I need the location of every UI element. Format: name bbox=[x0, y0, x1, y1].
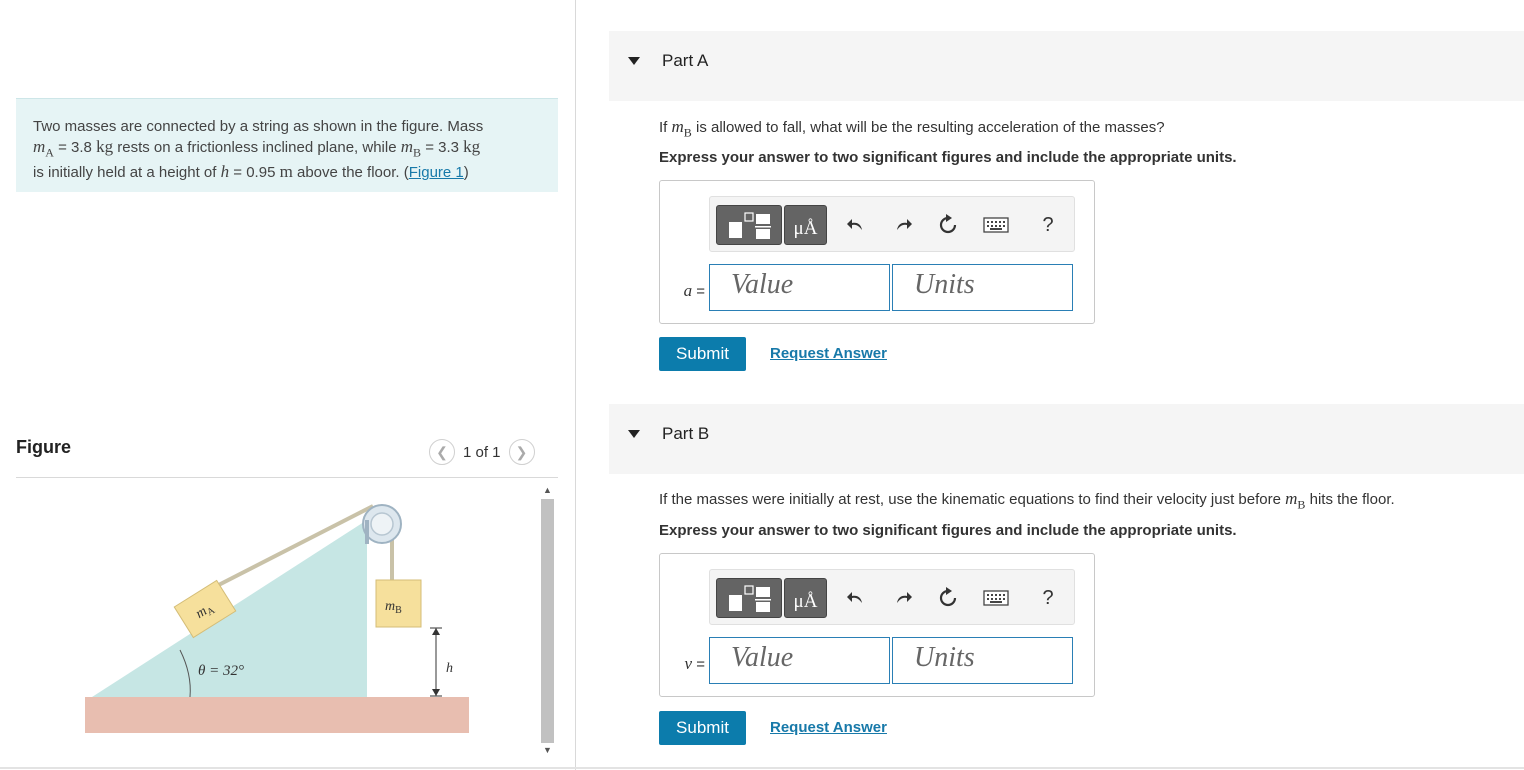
height-label: h bbox=[446, 661, 453, 676]
height-arrow-top bbox=[432, 628, 440, 635]
pulley-hub bbox=[370, 512, 394, 536]
floor bbox=[85, 697, 469, 733]
chevron-left-icon[interactable]: ❮ bbox=[429, 439, 455, 465]
figure-scrollbar[interactable]: ▲ ▼ bbox=[539, 481, 556, 761]
figure-diagram: mA mB h θ = 32° bbox=[85, 504, 469, 733]
figure-pager: ❮ 1 of 1 ❯ bbox=[429, 438, 535, 466]
part-b-instruction: Express your answer to two significant f… bbox=[659, 522, 1237, 539]
part-a-toolbar: μÅ ? bbox=[709, 196, 1075, 252]
scroll-down-icon[interactable]: ▼ bbox=[539, 743, 556, 757]
keyboard-icon[interactable] bbox=[982, 584, 1010, 612]
height-value: = 0.95 bbox=[229, 164, 280, 182]
help-icon[interactable]: ? bbox=[1037, 584, 1059, 612]
intro-text-3: is initially held at a height of bbox=[33, 164, 221, 182]
pager-count: 1 of 1 bbox=[463, 443, 501, 461]
redo-icon[interactable] bbox=[890, 584, 916, 612]
collapse-triangle-icon[interactable] bbox=[628, 57, 640, 65]
chevron-right-icon[interactable]: ❯ bbox=[508, 439, 535, 465]
undo-icon[interactable] bbox=[843, 584, 869, 612]
part-a-title: Part A bbox=[662, 51, 709, 70]
kg-unit: kg bbox=[96, 137, 114, 156]
templates-icon[interactable] bbox=[716, 205, 782, 245]
keyboard-icon[interactable] bbox=[982, 211, 1010, 239]
part-b-answer-box: μÅ ? v = Value Units bbox=[659, 553, 1095, 697]
mass-a-value: = 3.8 bbox=[53, 139, 97, 156]
part-a-question: If mB is allowed to fall, what will be t… bbox=[659, 117, 1165, 140]
part-b-submit-button[interactable]: Submit bbox=[659, 711, 746, 745]
block-b bbox=[375, 579, 422, 628]
part-a-units-input[interactable]: Units bbox=[892, 264, 1073, 311]
part-b-value-input[interactable]: Value bbox=[709, 637, 890, 684]
reset-icon[interactable] bbox=[935, 584, 961, 612]
bottom-border bbox=[0, 767, 1524, 769]
collapse-triangle-icon[interactable] bbox=[628, 430, 640, 438]
height-symbol: h bbox=[220, 162, 230, 182]
part-b-request-answer-link[interactable]: Request Answer bbox=[770, 719, 887, 736]
help-icon[interactable]: ? bbox=[1037, 211, 1059, 239]
intro-text-5: ) bbox=[463, 164, 469, 182]
part-a-request-answer-link[interactable]: Request Answer bbox=[770, 345, 887, 362]
undo-icon[interactable] bbox=[843, 211, 869, 239]
part-b-title: Part B bbox=[662, 424, 710, 443]
mass-a-symbol: mA bbox=[33, 137, 54, 160]
part-b-header[interactable]: Part B bbox=[609, 404, 1524, 474]
part-a-variable-label: a = bbox=[683, 281, 705, 300]
redo-icon[interactable] bbox=[890, 211, 916, 239]
templates-icon[interactable] bbox=[716, 578, 782, 618]
part-a-submit-button[interactable]: Submit bbox=[659, 337, 746, 371]
intro-text-4: above the floor. ( bbox=[292, 164, 409, 182]
part-b-question: If the masses were initially at rest, us… bbox=[659, 489, 1395, 512]
part-a-instruction: Express your answer to two significant f… bbox=[659, 149, 1237, 166]
kg-unit: kg bbox=[463, 137, 481, 156]
scroll-thumb[interactable] bbox=[541, 499, 554, 743]
mass-b-value: = 3.3 bbox=[421, 139, 464, 156]
figure-link[interactable]: Figure 1 bbox=[409, 164, 464, 181]
part-b-variable-label: v = bbox=[684, 654, 705, 673]
reset-icon[interactable] bbox=[935, 211, 961, 239]
scroll-up-icon[interactable]: ▲ bbox=[539, 483, 556, 497]
mass-b-symbol: mB bbox=[400, 137, 422, 160]
part-b-units-input[interactable]: Units bbox=[892, 637, 1073, 684]
units-icon[interactable]: μÅ bbox=[784, 205, 827, 245]
angle-label: θ = 32° bbox=[198, 663, 244, 679]
problem-intro: Two masses are connected by a string as … bbox=[16, 98, 558, 192]
figure-title: Figure bbox=[16, 437, 72, 457]
height-arrow-bottom bbox=[432, 689, 440, 696]
panel-divider bbox=[575, 0, 576, 770]
intro-text-2: rests on a frictionless inclined plane, … bbox=[113, 139, 401, 156]
meter-unit: m bbox=[279, 162, 293, 182]
intro-text-1: Two masses are connected by a string as … bbox=[33, 118, 484, 135]
part-a-answer-box: μÅ ? a = Value Units bbox=[659, 180, 1095, 324]
units-icon[interactable]: μÅ bbox=[784, 578, 827, 618]
part-b-toolbar: μÅ ? bbox=[709, 569, 1075, 625]
part-a-value-input[interactable]: Value bbox=[709, 264, 890, 311]
part-a-header[interactable]: Part A bbox=[609, 31, 1524, 101]
